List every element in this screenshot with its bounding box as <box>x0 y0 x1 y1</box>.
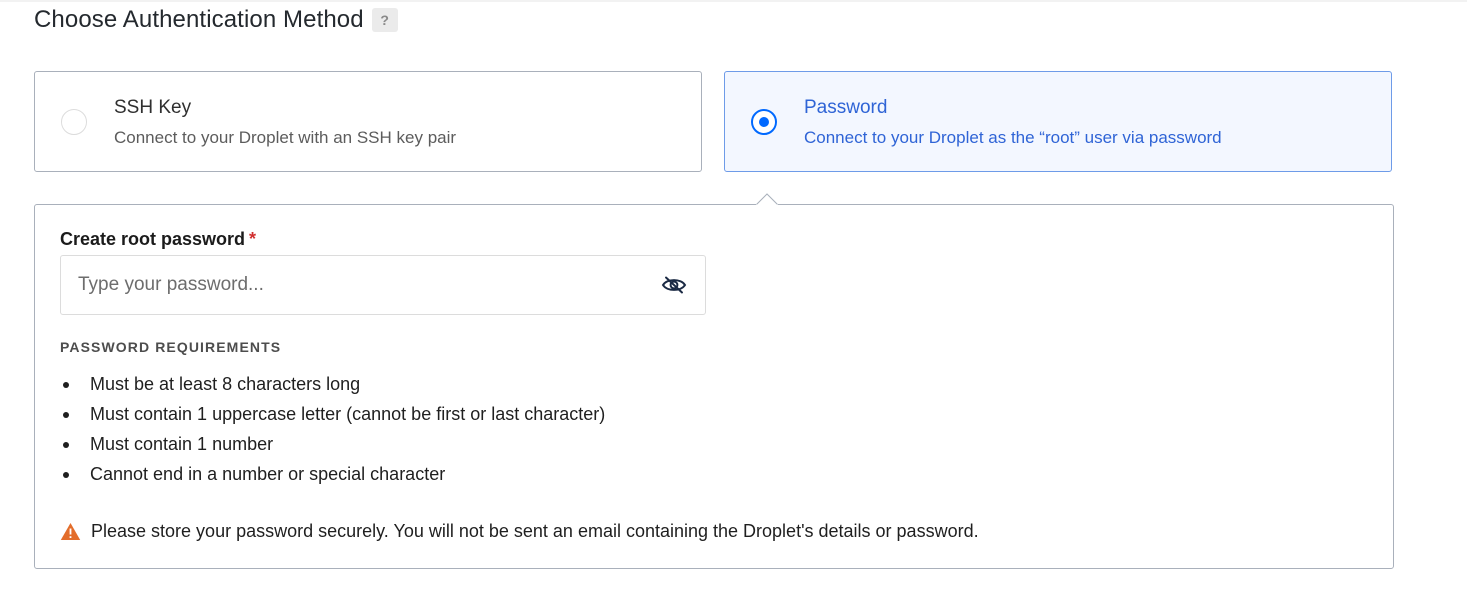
top-divider <box>0 0 1467 2</box>
requirement-item: Must contain 1 number <box>60 432 605 462</box>
password-description: Connect to your Droplet as the “root” us… <box>804 128 1222 147</box>
requirement-item: Must contain 1 uppercase letter (cannot … <box>60 402 605 432</box>
ssh-key-description: Connect to your Droplet with an SSH key … <box>114 128 457 147</box>
password-label-text: Create root password <box>60 229 246 249</box>
ssh-key-title: SSH Key <box>114 97 192 118</box>
password-panel: Create root password * PASSWORD REQUIREME… <box>34 204 1394 569</box>
requirement-item: Must be at least 8 characters long <box>60 372 605 402</box>
panel-pointer <box>756 193 778 208</box>
eye-slash-icon[interactable] <box>661 275 687 295</box>
section-heading: Choose Authentication Method ? <box>34 6 398 34</box>
password-radio[interactable] <box>751 109 777 135</box>
requirements-heading: PASSWORD REQUIREMENTS <box>60 339 282 355</box>
warning-icon <box>60 522 81 541</box>
warning-text: Please store your password securely. You… <box>91 521 979 541</box>
password-title: Password <box>804 97 888 118</box>
requirement-item: Cannot end in a number or special charac… <box>60 462 605 492</box>
password-field-label: Create root password * <box>60 229 256 250</box>
password-option[interactable]: Password Connect to your Droplet as the … <box>724 71 1392 172</box>
ssh-key-radio[interactable] <box>61 109 87 135</box>
requirements-list: Must be at least 8 characters long Must … <box>60 372 605 492</box>
help-button[interactable]: ? <box>371 8 398 32</box>
storage-warning: Please store your password securely. You… <box>60 521 979 542</box>
auth-method-section: Choose Authentication Method ? SSH Key C… <box>0 0 1467 592</box>
required-marker: * <box>249 229 257 249</box>
section-title: Choose Authentication Method <box>34 6 364 33</box>
ssh-key-option[interactable]: SSH Key Connect to your Droplet with an … <box>34 71 702 172</box>
password-input[interactable] <box>61 256 658 314</box>
password-field <box>60 255 706 315</box>
